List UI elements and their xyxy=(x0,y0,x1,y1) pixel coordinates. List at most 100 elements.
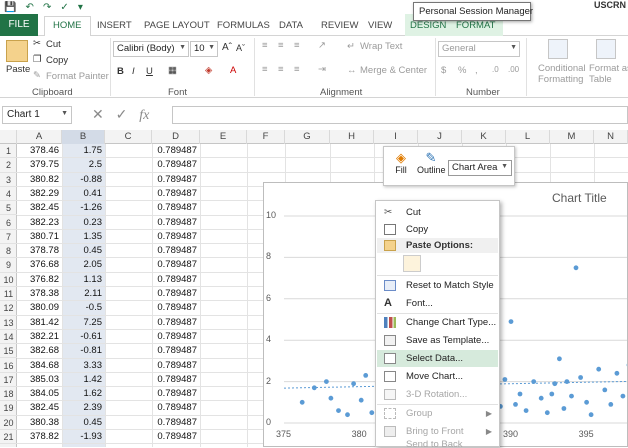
data-point[interactable] xyxy=(608,402,613,407)
row-header[interactable]: 14 xyxy=(0,330,17,344)
save-icon[interactable]: 💾 xyxy=(4,2,16,13)
column-header-a[interactable]: A xyxy=(17,130,62,144)
data-point[interactable] xyxy=(518,392,523,397)
cell-a[interactable]: 382.21 xyxy=(17,330,62,344)
cell-b[interactable]: 1.62 xyxy=(62,387,105,401)
redo-icon[interactable]: ↷ xyxy=(43,2,51,13)
data-point[interactable] xyxy=(596,367,601,372)
outline-button[interactable]: ✎ Outline xyxy=(417,150,445,175)
menu-item-select-data[interactable]: Select Data... xyxy=(377,350,498,367)
cell-b[interactable]: 2.05 xyxy=(62,258,105,272)
row-header[interactable]: 20 xyxy=(0,416,17,430)
column-header-c[interactable]: C xyxy=(105,130,152,144)
align-right-icon[interactable]: ≡ xyxy=(294,64,300,75)
font-size-combo[interactable]: 10 ▼ xyxy=(190,41,218,57)
cell-d[interactable]: 0.789487 xyxy=(152,216,200,230)
paste-keep-formatting-icon[interactable] xyxy=(403,255,421,272)
cell-a[interactable]: 380.38 xyxy=(17,416,62,430)
cell-a[interactable]: 380.82 xyxy=(17,173,62,187)
column-header-l[interactable]: L xyxy=(506,130,550,144)
row-header[interactable]: 10 xyxy=(0,273,17,287)
cell-a[interactable]: 378.38 xyxy=(17,287,62,301)
wrap-text-button[interactable]: Wrap Text xyxy=(360,41,402,52)
conditional-formatting-label-2[interactable]: Formatting xyxy=(538,74,583,85)
data-point[interactable] xyxy=(621,394,626,399)
menu-item-save-as-template[interactable]: Save as Template... xyxy=(377,332,498,349)
data-point[interactable] xyxy=(300,400,305,405)
data-point[interactable] xyxy=(602,388,607,393)
menu-item-move-chart[interactable]: Move Chart... xyxy=(377,368,498,385)
column-header-k[interactable]: K xyxy=(462,130,506,144)
cell-b[interactable]: 2.39 xyxy=(62,401,105,415)
data-point[interactable] xyxy=(562,406,567,411)
column-header-i[interactable]: I xyxy=(374,130,418,144)
format-painter-icon[interactable]: ✎ xyxy=(33,70,41,81)
indent-icon[interactable]: ⇥ xyxy=(318,64,326,75)
cell-a[interactable]: 384.05 xyxy=(17,387,62,401)
column-header-j[interactable]: J xyxy=(418,130,462,144)
formula-input[interactable] xyxy=(172,106,628,124)
cell-d[interactable]: 0.789487 xyxy=(152,401,200,415)
cell-b[interactable]: -0.5 xyxy=(62,301,105,315)
data-point[interactable] xyxy=(336,408,341,413)
column-header-m[interactable]: M xyxy=(550,130,594,144)
data-point[interactable] xyxy=(584,400,589,405)
cell-d[interactable]: 0.789487 xyxy=(152,316,200,330)
align-center-icon[interactable]: ≡ xyxy=(278,64,284,75)
data-point[interactable] xyxy=(351,381,356,386)
cell-d[interactable]: 0.789487 xyxy=(152,430,200,444)
cell-a[interactable]: 378.82 xyxy=(17,430,62,444)
cell-d[interactable]: 0.789487 xyxy=(152,244,200,258)
borders-icon[interactable]: ▦ xyxy=(168,65,177,76)
font-color-icon[interactable]: A xyxy=(230,65,236,76)
cell-a[interactable]: 376.68 xyxy=(17,258,62,272)
row-header[interactable]: 2 xyxy=(0,158,17,172)
align-bottom-icon[interactable]: ≡ xyxy=(294,40,300,51)
cell-b[interactable]: 0.23 xyxy=(62,216,105,230)
cell-d[interactable]: 0.789487 xyxy=(152,230,200,244)
undo-icon[interactable]: ↶ xyxy=(26,2,34,13)
menu-item-group[interactable]: Group ▶ xyxy=(377,405,498,422)
cell-d[interactable]: 0.789487 xyxy=(152,287,200,301)
row-header[interactable]: 13 xyxy=(0,316,17,330)
column-header-g[interactable]: G xyxy=(285,130,330,144)
row-header[interactable]: 17 xyxy=(0,373,17,387)
menu-item-change-chart-type[interactable]: Change Chart Type... xyxy=(377,314,498,331)
tab-data[interactable]: DATA xyxy=(279,20,303,31)
cell-a[interactable]: 382.68 xyxy=(17,344,62,358)
data-point[interactable] xyxy=(524,408,529,413)
row-header[interactable]: 19 xyxy=(0,401,17,415)
format-as-table-icon[interactable] xyxy=(596,39,616,59)
wrap-text-icon[interactable]: ↵ xyxy=(347,41,355,52)
cell-a[interactable]: 382.29 xyxy=(17,187,62,201)
data-point[interactable] xyxy=(539,396,544,401)
cell-b[interactable]: -0.81 xyxy=(62,344,105,358)
align-middle-icon[interactable]: ≡ xyxy=(278,40,284,51)
column-header-h[interactable]: H xyxy=(330,130,374,144)
tab-insert[interactable]: INSERT xyxy=(97,20,132,31)
data-point[interactable] xyxy=(565,379,570,384)
cell-b[interactable]: 7.25 xyxy=(62,316,105,330)
cell-d[interactable]: 0.789487 xyxy=(152,359,200,373)
italic-button[interactable]: I xyxy=(132,66,135,77)
cell-a[interactable]: 382.45 xyxy=(17,201,62,215)
decrease-decimal-icon[interactable]: .00 xyxy=(508,65,519,74)
data-point[interactable] xyxy=(359,398,364,403)
cell-d[interactable]: 0.789487 xyxy=(152,173,200,187)
cell-d[interactable]: 0.789487 xyxy=(152,387,200,401)
grow-font-icon[interactable]: Aˆ xyxy=(222,42,232,53)
row-header[interactable]: 15 xyxy=(0,344,17,358)
percent-icon[interactable]: % xyxy=(458,65,466,76)
data-point[interactable] xyxy=(503,377,508,382)
row-header[interactable]: 6 xyxy=(0,216,17,230)
menu-item-reset-to-match-style[interactable]: Reset to Match Style xyxy=(377,277,498,294)
cell-a[interactable]: 382.45 xyxy=(17,401,62,415)
cut-icon[interactable]: ✂ xyxy=(33,38,41,49)
row-header[interactable]: 3 xyxy=(0,173,17,187)
spelling-icon[interactable]: ✓ xyxy=(60,2,68,13)
cell-b[interactable]: 1.75 xyxy=(62,144,105,158)
row-header[interactable]: 11 xyxy=(0,287,17,301)
row-header[interactable]: 1 xyxy=(0,144,17,158)
cell-d[interactable]: 0.789487 xyxy=(152,330,200,344)
currency-icon[interactable]: $ xyxy=(441,65,446,76)
